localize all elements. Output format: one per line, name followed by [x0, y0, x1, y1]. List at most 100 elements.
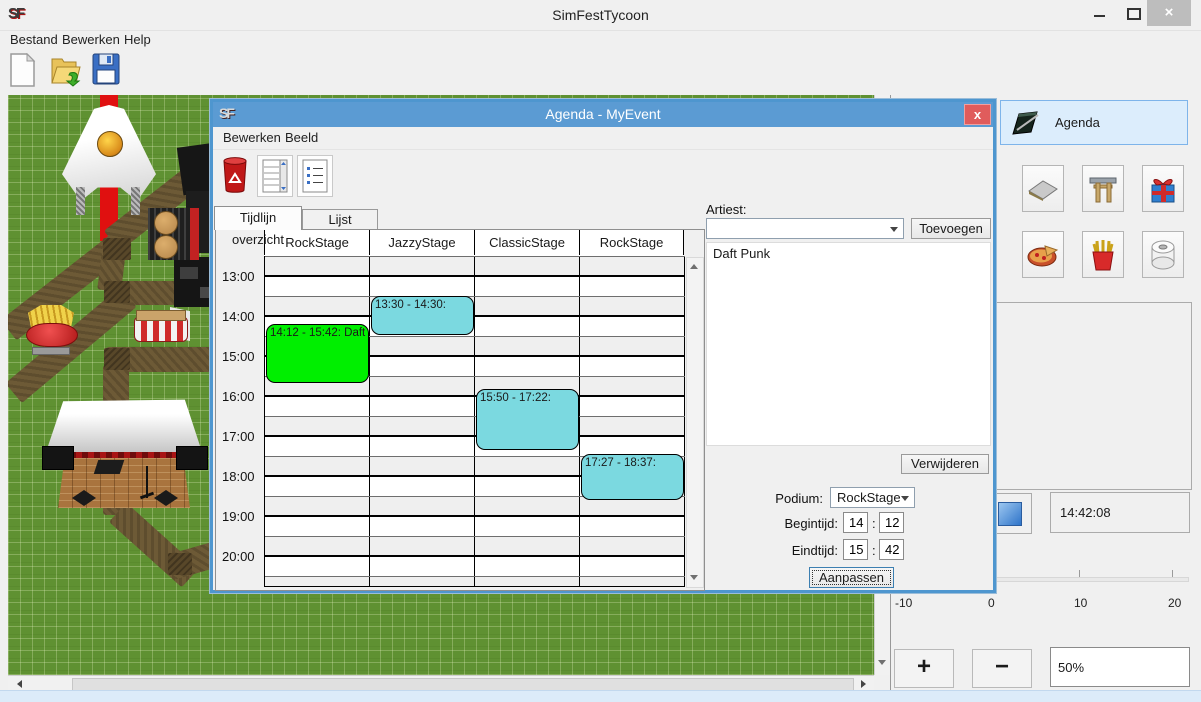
list-view-button[interactable]	[297, 155, 333, 197]
agenda-button-label: Agenda	[1055, 115, 1100, 130]
main-window-title: SimFestTycoon	[0, 7, 1201, 23]
column-header: JazzyStage	[369, 230, 474, 255]
timeline-view-icon	[262, 159, 288, 193]
time-label: 18:00	[222, 469, 262, 484]
agenda-book-icon	[1011, 110, 1041, 136]
tent	[62, 105, 156, 217]
fries-icon	[1090, 239, 1116, 271]
toilet-paper-icon	[1149, 240, 1177, 270]
slider-tick	[1079, 570, 1080, 577]
maximize-button[interactable]	[1120, 0, 1148, 26]
floor-tile-icon	[1027, 177, 1059, 201]
slider-label: 0	[988, 596, 995, 610]
schedule-body[interactable]: 14:12 - 15:42: Daft Punk 13:30 - 14:30: …	[264, 256, 685, 587]
save-button[interactable]	[92, 53, 124, 89]
time-label: 16:00	[222, 389, 262, 404]
artist-listbox[interactable]: Daft Punk	[706, 242, 991, 446]
dialog-title: Agenda - MyEvent	[213, 106, 993, 122]
slider-label: -10	[895, 596, 912, 610]
trash-bin-icon	[221, 156, 249, 194]
tab-tijdlijn-overzicht[interactable]: Tijdlijn overzicht	[214, 206, 302, 230]
start-hour-input[interactable]	[843, 512, 868, 533]
save-icon	[92, 53, 120, 85]
zoom-level-display: 50%	[1050, 647, 1190, 687]
main-menubar: Bestand Bewerken Help	[0, 31, 1201, 50]
burger-stand	[148, 208, 208, 260]
blue-square-icon	[998, 502, 1022, 526]
timeline-grid: RockStage JazzyStage ClassicStage RockSt…	[215, 229, 705, 591]
main-toolbar	[0, 50, 1201, 95]
gate-icon	[1088, 174, 1118, 204]
agenda-button[interactable]: Agenda	[1000, 100, 1188, 145]
remove-artist-button[interactable]: Verwijderen	[901, 454, 989, 474]
minimize-button[interactable]	[1085, 0, 1113, 26]
artist-label: Artiest:	[706, 202, 746, 217]
time-label: 17:00	[222, 429, 262, 444]
column-header: RockStage	[579, 230, 684, 255]
item-button-gift[interactable]	[1142, 165, 1184, 212]
gift-icon	[1148, 174, 1178, 204]
agenda-dialog: SF Agenda - MyEvent x Bewerken Beeld	[210, 99, 996, 593]
scroll-down-icon[interactable]	[875, 655, 889, 669]
ticket-booth	[134, 310, 186, 340]
new-file-button[interactable]	[8, 53, 40, 89]
podium-combobox-value: RockStage	[837, 490, 901, 505]
slider-tick	[1172, 570, 1173, 577]
pizza-icon	[1027, 242, 1059, 268]
grid-vertical-scrollbar[interactable]	[686, 257, 704, 588]
event-daft-punk[interactable]: 14:12 - 15:42: Daft Punk	[266, 324, 369, 383]
time-colon: :	[872, 543, 876, 558]
artist-list-item[interactable]: Daft Punk	[707, 243, 990, 261]
dialog-toolbar	[213, 150, 993, 202]
clock-value: 14:42:08	[1060, 505, 1111, 520]
start-time-label: Begintijd:	[758, 516, 838, 531]
dialog-menu-beeld[interactable]: Beeld	[281, 129, 322, 148]
zoom-level-value: 50%	[1058, 660, 1084, 675]
artist-combobox[interactable]	[706, 218, 904, 239]
timeline-view-button[interactable]	[257, 155, 293, 197]
apply-button[interactable]: Aanpassen	[809, 567, 894, 588]
chevron-down-icon	[901, 496, 909, 501]
zoom-out-button[interactable]: −	[972, 649, 1032, 688]
scroll-up-icon[interactable]	[687, 259, 701, 273]
path-node	[168, 553, 192, 575]
add-artist-button[interactable]: Toevoegen	[911, 218, 991, 239]
open-file-button[interactable]	[50, 53, 82, 89]
time-label: 15:00	[222, 349, 262, 364]
dialog-titlebar[interactable]: SF Agenda - MyEvent x	[213, 102, 993, 127]
menu-bestand[interactable]: Bestand	[6, 31, 62, 50]
item-button-fries[interactable]	[1082, 231, 1124, 278]
menu-help[interactable]: Help	[120, 31, 155, 50]
event-jazzystage[interactable]: 13:30 - 14:30:	[371, 296, 474, 335]
start-minute-input[interactable]	[879, 512, 904, 533]
dialog-menubar: Bewerken Beeld	[213, 127, 993, 150]
new-file-icon	[8, 53, 36, 87]
zoom-in-button[interactable]: +	[894, 649, 954, 688]
dialog-menu-bewerken[interactable]: Bewerken	[219, 129, 285, 148]
time-label: 20:00	[222, 549, 262, 564]
grid-header: RockStage JazzyStage ClassicStage RockSt…	[264, 230, 684, 257]
slider-label: 20	[1168, 596, 1181, 610]
minimize-icon	[1094, 15, 1105, 17]
tab-lijst-overzicht[interactable]: Lijst overzicht	[302, 209, 378, 230]
menu-bewerken[interactable]: Bewerken	[58, 31, 124, 50]
item-button-gate[interactable]	[1082, 165, 1124, 212]
item-button-pizza[interactable]	[1022, 231, 1064, 278]
dialog-close-button[interactable]: x	[964, 104, 991, 125]
end-time-label: Eindtijd:	[758, 543, 838, 558]
item-button-floor-tile[interactable]	[1022, 165, 1064, 212]
scroll-down-icon[interactable]	[687, 570, 701, 584]
end-minute-input[interactable]	[879, 539, 904, 560]
time-label: 14:00	[222, 309, 262, 324]
event-classicstage[interactable]: 15:50 - 17:22:	[476, 389, 579, 449]
slider-label: 10	[1074, 596, 1087, 610]
clock-display: 14:42:08	[1050, 492, 1190, 533]
delete-event-button[interactable]	[221, 156, 249, 194]
column-header: ClassicStage	[474, 230, 579, 255]
event-rockstage2[interactable]: 17:27 - 18:37:	[581, 454, 684, 500]
close-button[interactable]: ×	[1147, 0, 1191, 26]
chevron-down-icon	[890, 227, 898, 232]
end-hour-input[interactable]	[843, 539, 868, 560]
podium-combobox[interactable]: RockStage	[830, 487, 915, 508]
item-button-toilet-paper[interactable]	[1142, 231, 1184, 278]
